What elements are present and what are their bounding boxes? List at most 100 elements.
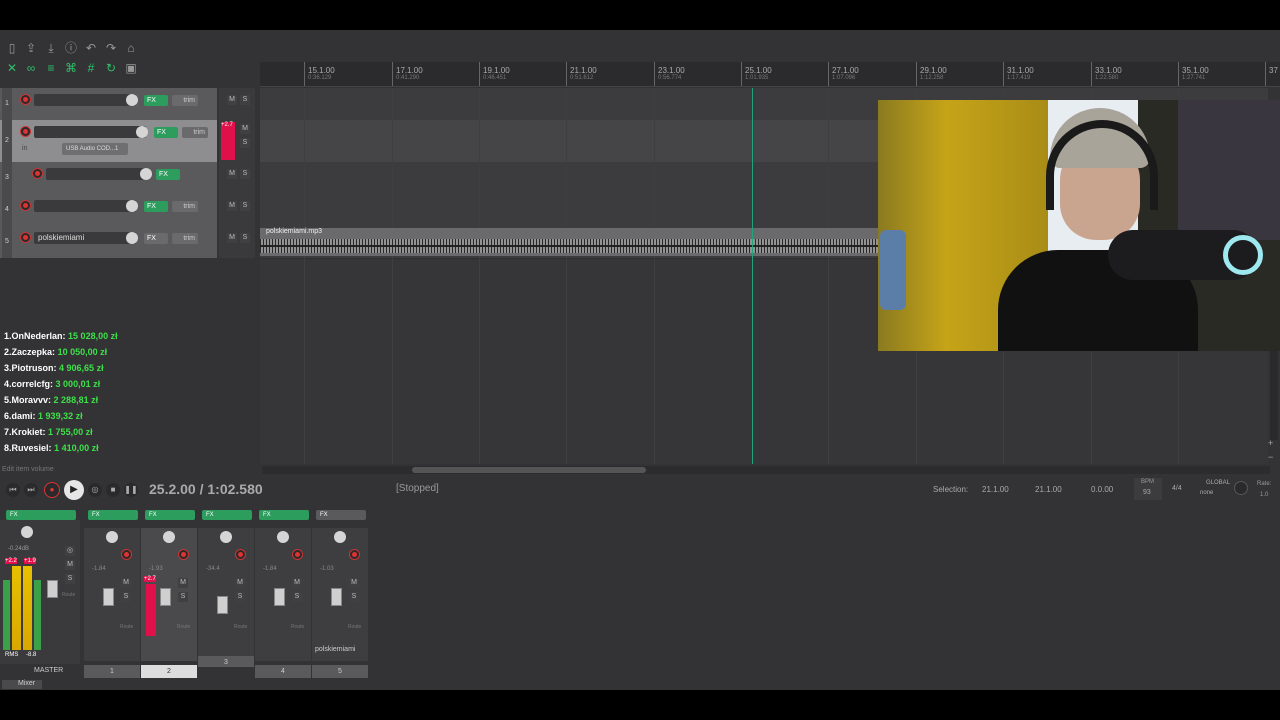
auto-crossfade-icon[interactable]: ⌘ (64, 61, 78, 75)
mute-button[interactable]: M (227, 201, 237, 211)
strip-number[interactable]: 4 (255, 665, 311, 678)
track-number[interactable]: 2 (2, 120, 12, 162)
go-to-start-button[interactable]: ⏮ (6, 483, 20, 497)
timeline-ruler[interactable]: 15.1.00 0:36.129 17.1.00 0:41.290 19.1.00 0… (260, 62, 1280, 87)
solo-button[interactable]: S (240, 138, 250, 148)
project-settings-icon[interactable]: ⓘ (64, 41, 78, 55)
record-arm-button[interactable] (20, 200, 31, 211)
stop-button[interactable]: ■ (106, 483, 120, 497)
track-name-field[interactable] (46, 168, 148, 180)
mute-button[interactable]: M (227, 95, 237, 105)
volume-knob[interactable] (136, 126, 148, 138)
solo-button[interactable]: S (178, 592, 188, 602)
selection-start[interactable]: 21.1.00 (982, 485, 1009, 494)
track-number[interactable]: 3 (2, 162, 12, 194)
strip-number[interactable]: 3 (198, 656, 254, 667)
mute-button[interactable]: M (227, 169, 237, 179)
redo-icon[interactable]: ↷ (104, 41, 118, 55)
ripple-icon[interactable]: ∞ (24, 61, 38, 75)
trim-button[interactable]: trim (172, 233, 198, 244)
solo-button[interactable]: S (349, 592, 359, 602)
track-4[interactable]: 4 FX trim (0, 194, 217, 227)
volume-knob[interactable] (126, 94, 138, 106)
volume-fader[interactable] (274, 588, 285, 606)
horizontal-scrollbar[interactable] (262, 466, 1270, 474)
solo-button[interactable]: S (240, 169, 250, 179)
strip-number[interactable]: 1 (84, 665, 140, 678)
mixer-strip-4[interactable]: -1.84 M S Route (255, 528, 311, 661)
volume-knob[interactable] (126, 200, 138, 212)
media-item[interactable]: polskiemiami.mp3 (260, 228, 880, 256)
track-name-field[interactable] (34, 94, 136, 106)
master-pan-knob[interactable] (21, 526, 33, 538)
undo-icon[interactable]: ↶ (84, 41, 98, 55)
selection-length[interactable]: 0.0.00 (1091, 485, 1113, 494)
grid-icon[interactable]: # (84, 61, 98, 75)
route-label[interactable]: Route (120, 624, 133, 630)
track-name-field[interactable]: polskiemiami (34, 232, 136, 244)
master-strip[interactable]: -0.24dB +2.2 +1.9 RMS -8.8 ◎ M S Route (0, 520, 80, 664)
volume-knob[interactable] (126, 232, 138, 244)
selection-end[interactable]: 21.1.00 (1035, 485, 1062, 494)
track-number[interactable]: 5 (2, 226, 12, 258)
mute-button[interactable]: M (121, 578, 131, 588)
record-arm-button[interactable] (235, 549, 246, 560)
strip-fx-button[interactable]: FX (259, 510, 309, 520)
trim-button[interactable]: trim (172, 95, 198, 106)
track-1[interactable]: 1 FX trim (0, 88, 217, 121)
mixer-strip-2[interactable]: -1.93 +2.7 M S Route (141, 528, 197, 661)
strip-number[interactable]: 2 (141, 665, 197, 678)
trim-button[interactable]: trim (182, 127, 208, 138)
master-route-label[interactable]: Route (62, 592, 75, 598)
save-project-icon[interactable]: ⤓ (44, 41, 58, 55)
master-fx-button[interactable]: FX (6, 510, 76, 520)
trim-button[interactable]: trim (172, 201, 198, 212)
master-mute-button[interactable]: M (65, 560, 75, 570)
solo-button[interactable]: S (235, 592, 245, 602)
strip-fx-button[interactable]: FX (202, 510, 252, 520)
master-solo-button[interactable]: S (65, 574, 75, 584)
fx-button[interactable]: FX (144, 201, 168, 212)
volume-fader[interactable] (217, 596, 228, 614)
loop-icon[interactable]: ↻ (104, 61, 118, 75)
route-label[interactable]: Route (348, 624, 361, 630)
pan-knob[interactable] (163, 531, 175, 543)
mute-button[interactable]: M (240, 124, 250, 134)
metronome-icon[interactable]: ⌂ (124, 41, 138, 55)
pan-knob[interactable] (277, 531, 289, 543)
mute-button[interactable]: M (349, 578, 359, 588)
fx-button[interactable]: FX (144, 233, 168, 244)
solo-button[interactable]: S (240, 201, 250, 211)
grouping-icon[interactable]: ≡ (44, 61, 58, 75)
solo-button[interactable]: S (240, 233, 250, 243)
record-arm-button[interactable] (178, 549, 189, 560)
mute-button[interactable]: M (292, 578, 302, 588)
fx-button[interactable]: FX (144, 95, 168, 106)
route-label[interactable]: Route (291, 624, 304, 630)
pause-button[interactable]: ❚❚ (124, 483, 138, 497)
mute-button[interactable]: M (235, 578, 245, 588)
record-arm-button[interactable] (121, 549, 132, 560)
mixer-tab[interactable]: Mixer (2, 680, 42, 689)
strip-fx-button[interactable]: FX (145, 510, 195, 520)
time-signature[interactable]: 4/4 (1172, 485, 1182, 492)
record-button[interactable]: ● (44, 482, 60, 498)
volume-fader[interactable] (160, 588, 171, 606)
strip-fx-button[interactable]: FX (88, 510, 138, 520)
record-arm-button[interactable] (292, 549, 303, 560)
play-button[interactable]: ▶ (64, 480, 84, 500)
route-label[interactable]: Route (234, 624, 247, 630)
record-arm-button[interactable] (349, 549, 360, 560)
zoom-out-icon[interactable]: − (1268, 452, 1273, 462)
fx-button[interactable]: FX (154, 127, 178, 138)
track-number[interactable]: 4 (2, 194, 12, 226)
zoom-in-icon[interactable]: + (1268, 438, 1273, 448)
master-mono-button[interactable]: ◎ (65, 546, 75, 556)
playhead[interactable] (752, 88, 753, 464)
strip-number[interactable]: 5 (312, 665, 368, 678)
pan-knob[interactable] (106, 531, 118, 543)
record-arm-button[interactable] (20, 94, 31, 105)
mute-button[interactable]: M (178, 578, 188, 588)
pan-knob[interactable] (220, 531, 232, 543)
track-number[interactable]: 1 (2, 88, 12, 120)
